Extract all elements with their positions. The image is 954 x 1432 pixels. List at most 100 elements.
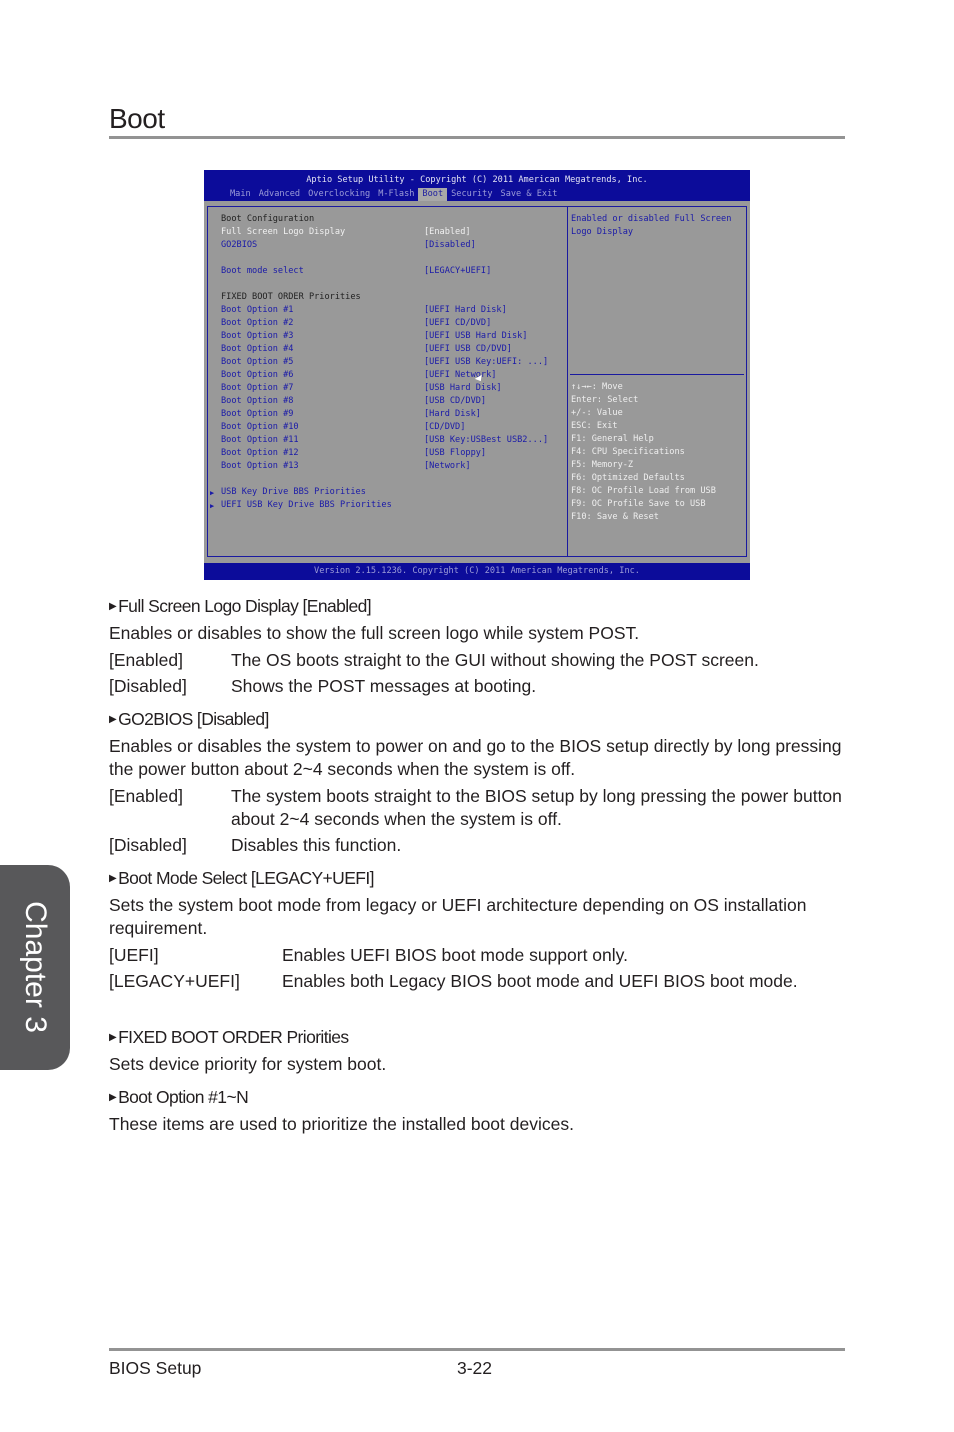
- key-hint-optimized-defaults: F6: Optimized Defaults: [571, 473, 685, 483]
- key-hint-general-help: F1: General Help: [571, 434, 654, 444]
- bios-help-text: Enabled or disabled Full Screen Logo Dis…: [571, 214, 732, 237]
- option-row: [UEFI] Enables UEFI BIOS boot mode suppo…: [109, 944, 849, 967]
- section-heading: ▶ Boot Option #1~N: [109, 1087, 249, 1107]
- key-hint-select: Enter: Select: [571, 395, 639, 405]
- bios-heading-fixed-boot-order: FIXED BOOT ORDER Priorities: [221, 292, 361, 302]
- bios-item-boot-option[interactable]: Boot Option #3: [221, 330, 293, 343]
- bios-value-boot-option[interactable]: [Network]: [424, 460, 471, 473]
- bios-value-boot-option[interactable]: [UEFI USB Key:UEFI: ...]: [424, 356, 548, 369]
- bios-item-boot-option[interactable]: Boot Option #6: [221, 369, 293, 382]
- option-row: [Enabled] The system boots straight to t…: [109, 785, 849, 831]
- bios-item-boot-option[interactable]: Boot Option #13: [221, 460, 299, 473]
- chapter-tab-label: Chapter 3: [19, 901, 52, 1033]
- option-text: The system boots straight to the BIOS se…: [231, 786, 842, 829]
- option-text: Enables UEFI BIOS boot mode support only…: [282, 945, 628, 965]
- bios-value-boot-option[interactable]: [USB Hard Disk]: [424, 382, 502, 395]
- section-description: Enables or disables the system to power …: [109, 736, 842, 779]
- bios-value-boot-option[interactable]: [UEFI USB Hard Disk]: [424, 330, 527, 343]
- bios-tab-security[interactable]: Security: [447, 188, 496, 201]
- bios-item-boot-option[interactable]: Boot Option #4: [221, 343, 293, 356]
- bios-item-boot-mode-select[interactable]: Boot mode select: [221, 265, 304, 278]
- option-key: [Enabled]: [109, 786, 183, 806]
- option-key: [LEGACY+UEFI]: [109, 971, 240, 991]
- page-title: Boot: [109, 103, 165, 134]
- bios-item-boot-option[interactable]: Boot Option #1: [221, 304, 293, 317]
- bullet-triangle-icon: ▶: [109, 1032, 117, 1043]
- bios-value-boot-option[interactable]: [Hard Disk]: [424, 408, 481, 421]
- bios-tab-overclocking[interactable]: Overclocking: [304, 188, 374, 201]
- option-key: [UEFI]: [109, 945, 159, 965]
- bios-tab-advanced[interactable]: Advanced: [255, 188, 304, 201]
- option-key: [Disabled]: [109, 676, 187, 696]
- bios-heading-boot-configuration: Boot Configuration: [221, 214, 315, 224]
- section-heading: ▶ Full Screen Logo Display [Enabled]: [109, 596, 372, 616]
- key-hint-memory-z: F5: Memory-Z: [571, 460, 634, 470]
- bullet-triangle-icon: ▶: [109, 1092, 117, 1103]
- bullet-triangle-icon: ▶: [109, 601, 117, 612]
- bios-value-boot-option[interactable]: [USB Floppy]: [424, 447, 486, 460]
- bios-help-divider: [570, 374, 744, 375]
- bios-item-boot-option[interactable]: Boot Option #11: [221, 434, 299, 447]
- key-hint-exit: ESC: Exit: [571, 421, 618, 431]
- option-key: [Disabled]: [109, 835, 187, 855]
- option-row: [LEGACY+UEFI] Enables both Legacy BIOS b…: [109, 970, 849, 993]
- bios-item-full-screen-logo[interactable]: Full Screen Logo Display: [221, 226, 345, 239]
- option-text: The OS boots straight to the GUI without…: [231, 650, 759, 670]
- bios-item-boot-option[interactable]: Boot Option #10: [221, 421, 299, 434]
- bios-submenu-usb-key-bbs[interactable]: USB Key Drive BBS Priorities: [221, 486, 366, 499]
- submenu-arrow-icon: ▶: [210, 489, 215, 497]
- option-row: [Disabled] Disables this function.: [109, 834, 849, 857]
- bios-value-boot-mode-select[interactable]: [LEGACY+UEFI]: [424, 265, 491, 278]
- bios-submenu-uefi-usb-key-bbs[interactable]: UEFI USB Key Drive BBS Priorities: [221, 499, 392, 512]
- bios-value-boot-option[interactable]: [UEFI CD/DVD]: [424, 317, 491, 330]
- option-text: Disables this function.: [231, 835, 402, 855]
- section-description: Enables or disables to show the full scr…: [109, 623, 640, 643]
- bios-item-boot-option[interactable]: Boot Option #9: [221, 408, 293, 421]
- bios-tab-bar: Main Advanced Overclocking M-Flash Boot …: [226, 188, 561, 201]
- bios-tab-save-exit[interactable]: Save & Exit: [497, 188, 562, 201]
- bullet-triangle-icon: ▶: [109, 714, 117, 725]
- bios-item-boot-option[interactable]: Boot Option #2: [221, 317, 293, 330]
- option-row: [Enabled] The OS boots straight to the G…: [109, 649, 849, 672]
- bios-value-boot-option[interactable]: [USB CD/DVD]: [424, 395, 486, 408]
- bios-value-boot-option[interactable]: [CD/DVD]: [424, 421, 465, 434]
- bios-tab-m-flash[interactable]: M-Flash: [374, 188, 418, 201]
- bios-header: Aptio Setup Utility - Copyright (C) 2011…: [204, 170, 750, 201]
- section-fixed-boot-order: ▶ FIXED BOOT ORDER Priorities Sets device…: [109, 1026, 849, 1080]
- chapter-tab: Chapter 3: [0, 865, 70, 1070]
- key-hint-oc-profile-save: F9: OC Profile Save to USB: [571, 499, 706, 509]
- section-boot-mode-select: ▶ Boot Mode Select [LEGACY+UEFI] Sets the…: [109, 867, 849, 996]
- bios-tab-main[interactable]: Main: [226, 188, 255, 201]
- bios-tab-boot[interactable]: Boot: [418, 188, 448, 201]
- bios-footer: Version 2.15.1236. Copyright (C) 2011 Am…: [204, 563, 750, 580]
- bios-value-boot-option[interactable]: [UEFI USB CD/DVD]: [424, 343, 512, 356]
- key-hint-cpu-specs: F4: CPU Specifications: [571, 447, 685, 457]
- bios-value-boot-option[interactable]: [UEFI Hard Disk]: [424, 304, 507, 317]
- bios-screenshot: Aptio Setup Utility - Copyright (C) 2011…: [204, 170, 750, 580]
- title-divider: [109, 136, 845, 139]
- section-go2bios: ▶ GO2BIOS [Disabled] Enables or disables …: [109, 708, 849, 860]
- option-row: [Disabled] Shows the POST messages at bo…: [109, 675, 849, 698]
- option-text: Shows the POST messages at booting.: [231, 676, 537, 696]
- section-heading: ▶ GO2BIOS [Disabled]: [109, 709, 269, 729]
- section-heading: ▶ Boot Mode Select [LEGACY+UEFI]: [109, 868, 375, 888]
- section-boot-option: ▶ Boot Option #1~N These items are used t…: [109, 1086, 849, 1140]
- bios-item-boot-option[interactable]: Boot Option #12: [221, 447, 299, 460]
- bios-item-boot-option[interactable]: Boot Option #8: [221, 395, 293, 408]
- bios-value-full-screen-logo[interactable]: [Enabled]: [424, 226, 471, 239]
- bios-value-go2bios[interactable]: [Disabled]: [424, 239, 476, 252]
- bios-item-boot-option[interactable]: Boot Option #5: [221, 356, 293, 369]
- bios-value-boot-option[interactable]: [USB Key:USBest USB2...]: [424, 434, 548, 447]
- bios-item-boot-option[interactable]: Boot Option #7: [221, 382, 293, 395]
- bios-header-title: Aptio Setup Utility - Copyright (C) 2011…: [306, 175, 648, 185]
- section-full-screen-logo: ▶ Full Screen Logo Display [Enabled] Enab…: [109, 595, 849, 701]
- bios-value-boot-option[interactable]: [UEFI Network]: [424, 369, 496, 382]
- bios-settings-panel: Boot Configuration Full Screen Logo Disp…: [207, 206, 568, 557]
- key-hint-value: +/-: Value: [571, 408, 623, 418]
- key-hint-move: ↑↓→←: Move: [571, 382, 623, 392]
- section-heading: ▶ FIXED BOOT ORDER Priorities: [109, 1027, 349, 1047]
- submenu-arrow-icon: ▶: [210, 502, 215, 510]
- page-number: 3-22: [457, 1358, 493, 1378]
- key-hint-save-reset: F10: Save & Reset: [571, 512, 659, 522]
- bios-item-go2bios[interactable]: GO2BIOS: [221, 239, 257, 252]
